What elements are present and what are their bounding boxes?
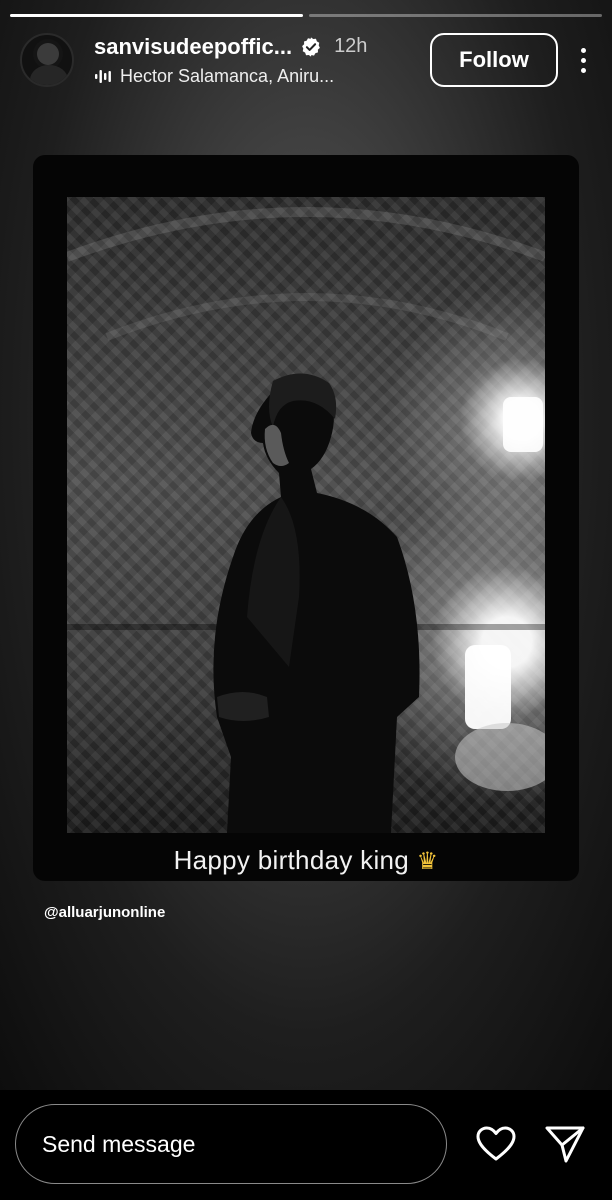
story-progress-bar	[10, 14, 602, 17]
username[interactable]: sanvisudeepoffic...	[94, 34, 292, 60]
post-caption: Happy birthday king ♛	[33, 845, 579, 876]
send-message-input[interactable]: Send message	[15, 1104, 447, 1184]
story-header: sanvisudeepoffic... 12h Hector Salamanca…	[20, 32, 594, 88]
progress-fill-1	[10, 14, 303, 17]
follow-button[interactable]: Follow	[430, 33, 558, 87]
progress-segment-2	[309, 14, 602, 17]
avatar[interactable]	[20, 33, 74, 87]
story-meta: sanvisudeepoffic... 12h Hector Salamanca…	[94, 34, 422, 87]
audio-wave-icon	[95, 70, 111, 83]
crown-icon: ♛	[416, 847, 439, 875]
heart-icon[interactable]	[476, 1126, 516, 1162]
progress-segment-1	[10, 14, 303, 17]
shared-post-card[interactable]: Happy birthday king ♛	[33, 155, 579, 881]
bottom-bar: Send message	[0, 1090, 612, 1200]
song-label[interactable]: Hector Salamanca, Aniru...	[120, 66, 334, 87]
caption-text: Happy birthday king	[173, 845, 410, 875]
verified-badge-icon	[302, 36, 320, 57]
story-view[interactable]: sanvisudeepoffic... 12h Hector Salamanca…	[0, 0, 612, 1090]
post-photo	[67, 197, 545, 833]
post-time: 12h	[334, 35, 368, 57]
paper-plane-icon[interactable]	[544, 1124, 586, 1164]
photo-illustration	[67, 207, 545, 833]
mention-tag[interactable]: @alluarjunonline	[44, 904, 165, 921]
more-vertical-icon[interactable]	[572, 40, 594, 80]
message-placeholder: Send message	[42, 1130, 196, 1157]
